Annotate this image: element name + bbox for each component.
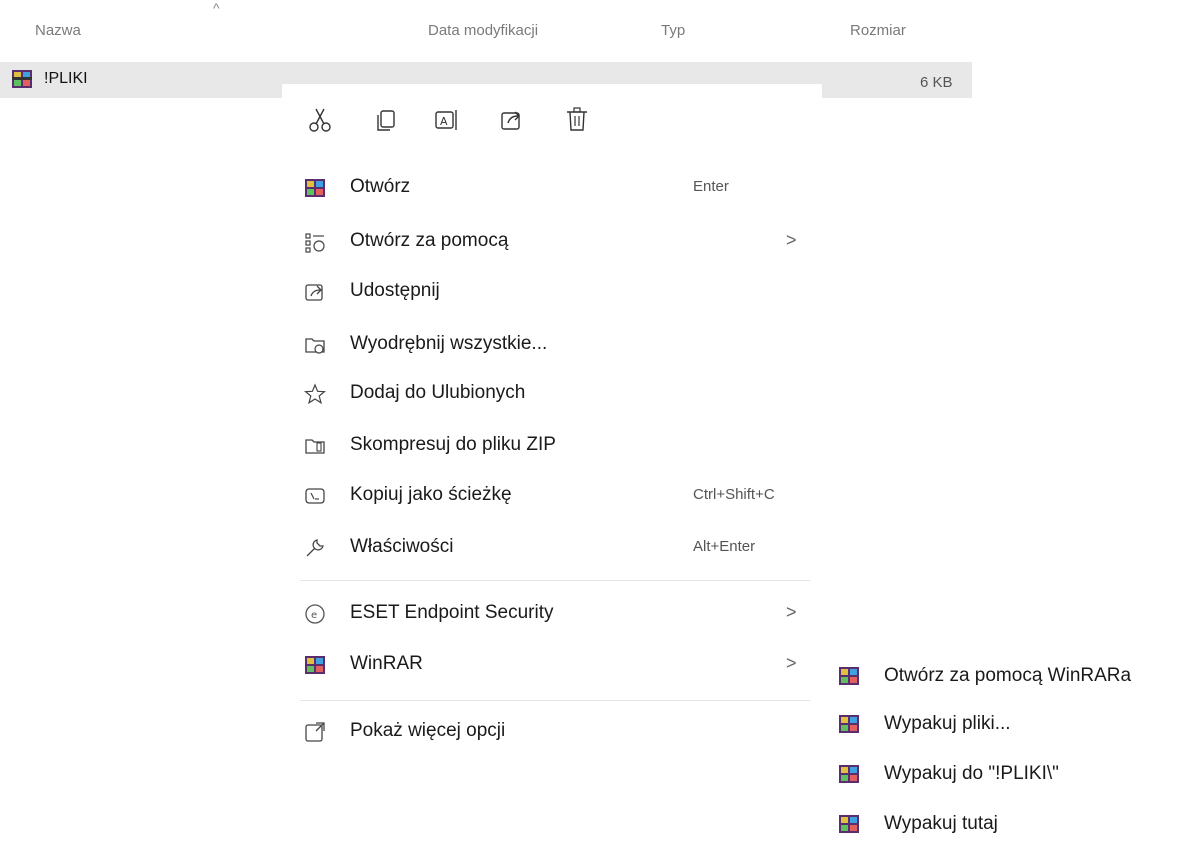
- menu-item-open[interactable]: Otwórz Enter: [296, 168, 816, 206]
- expand-icon: [305, 722, 325, 742]
- scissors-icon[interactable]: [306, 105, 334, 135]
- menu-separator: [300, 700, 810, 701]
- chevron-right-icon: >: [786, 230, 797, 250]
- folder-extract-icon: [305, 338, 325, 354]
- shortcut-label: Ctrl+Shift+C: [693, 486, 775, 503]
- menu-item-copy-path[interactable]: Kopiuj jako ścieżkę Ctrl+Shift+C: [296, 476, 816, 514]
- winrar-archive-icon: [12, 70, 32, 88]
- menu-item-eset[interactable]: e ESET Endpoint Security >: [296, 594, 816, 632]
- file-name[interactable]: !PLIKI: [44, 70, 88, 88]
- winrar-icon: [839, 667, 859, 685]
- menu-item-favorites[interactable]: Dodaj do Ulubionych: [296, 374, 816, 412]
- menu-item-more-options[interactable]: Pokaż więcej opcji: [296, 712, 816, 750]
- winrar-icon: [839, 715, 859, 733]
- menu-item-label: ESET Endpoint Security: [350, 602, 554, 623]
- share-icon[interactable]: [498, 105, 526, 135]
- menu-item-share[interactable]: Udostępnij: [296, 272, 816, 310]
- zip-folder-icon: [305, 439, 325, 454]
- winrar-icon: [839, 815, 859, 833]
- column-header-size[interactable]: Rozmiar: [850, 22, 906, 39]
- column-header-name[interactable]: Nazwa: [35, 22, 81, 39]
- menu-item-properties[interactable]: Właściwości Alt+Enter: [296, 528, 816, 566]
- star-icon: [304, 383, 326, 405]
- submenu-item-label: Wypakuj pliki...: [884, 713, 1011, 734]
- submenu-item-label: Wypakuj tutaj: [884, 813, 998, 834]
- copy-icon[interactable]: [372, 105, 400, 135]
- rename-icon[interactable]: A: [432, 105, 460, 135]
- menu-item-label: Właściwości: [350, 536, 454, 557]
- menu-item-label: Skompresuj do pliku ZIP: [350, 434, 556, 455]
- menu-item-label: WinRAR: [350, 653, 423, 674]
- wrench-icon: [306, 539, 324, 557]
- column-header-date[interactable]: Data modyfikacji: [428, 22, 538, 39]
- menu-item-extract-all[interactable]: Wyodrębnij wszystkie...: [296, 325, 816, 363]
- open-with-icon: [305, 233, 325, 253]
- copy-path-icon: [305, 488, 325, 504]
- menu-item-label: Pokaż więcej opcji: [350, 720, 506, 741]
- eset-icon: e: [305, 604, 325, 624]
- menu-item-label: Otwórz: [350, 176, 411, 197]
- trash-icon[interactable]: [563, 105, 591, 135]
- shortcut-label: Alt+Enter: [693, 538, 756, 555]
- chevron-right-icon: >: [786, 602, 797, 622]
- svg-text:A: A: [440, 115, 448, 128]
- sort-ascending-icon: ^: [213, 0, 220, 16]
- file-size: 6 KB: [920, 74, 953, 91]
- menu-item-open-with[interactable]: Otwórz za pomocą >: [296, 222, 816, 260]
- winrar-icon: [839, 765, 859, 783]
- column-header-type[interactable]: Typ: [661, 22, 685, 39]
- menu-item-label: Dodaj do Ulubionych: [350, 382, 526, 403]
- winrar-icon: [305, 656, 325, 674]
- menu-item-compress-zip[interactable]: Skompresuj do pliku ZIP: [296, 426, 816, 464]
- share-icon: [305, 284, 323, 301]
- submenu-item-label: Wypakuj do "!PLIKI\": [884, 763, 1059, 784]
- menu-item-label: Udostępnij: [350, 280, 440, 301]
- shortcut-label: Enter: [693, 178, 729, 195]
- chevron-right-icon: >: [786, 653, 797, 673]
- submenu-item-extract-here[interactable]: Wypakuj tutaj: [830, 804, 1185, 844]
- menu-item-label: Kopiuj jako ścieżkę: [350, 484, 512, 505]
- submenu-item-open-winrar[interactable]: Otwórz za pomocą WinRARa: [830, 656, 1185, 696]
- submenu-item-label: Otwórz za pomocą WinRARa: [884, 665, 1132, 686]
- menu-item-label: Otwórz za pomocą: [350, 230, 509, 251]
- menu-item-label: Wyodrębnij wszystkie...: [350, 333, 548, 354]
- menu-separator: [300, 580, 810, 581]
- svg-text:e: e: [311, 610, 317, 621]
- winrar-icon: [305, 179, 325, 197]
- menu-item-winrar[interactable]: WinRAR >: [296, 645, 816, 683]
- submenu-item-extract-files[interactable]: Wypakuj pliki...: [830, 704, 1185, 744]
- submenu-item-extract-to[interactable]: Wypakuj do "!PLIKI\": [830, 754, 1185, 794]
